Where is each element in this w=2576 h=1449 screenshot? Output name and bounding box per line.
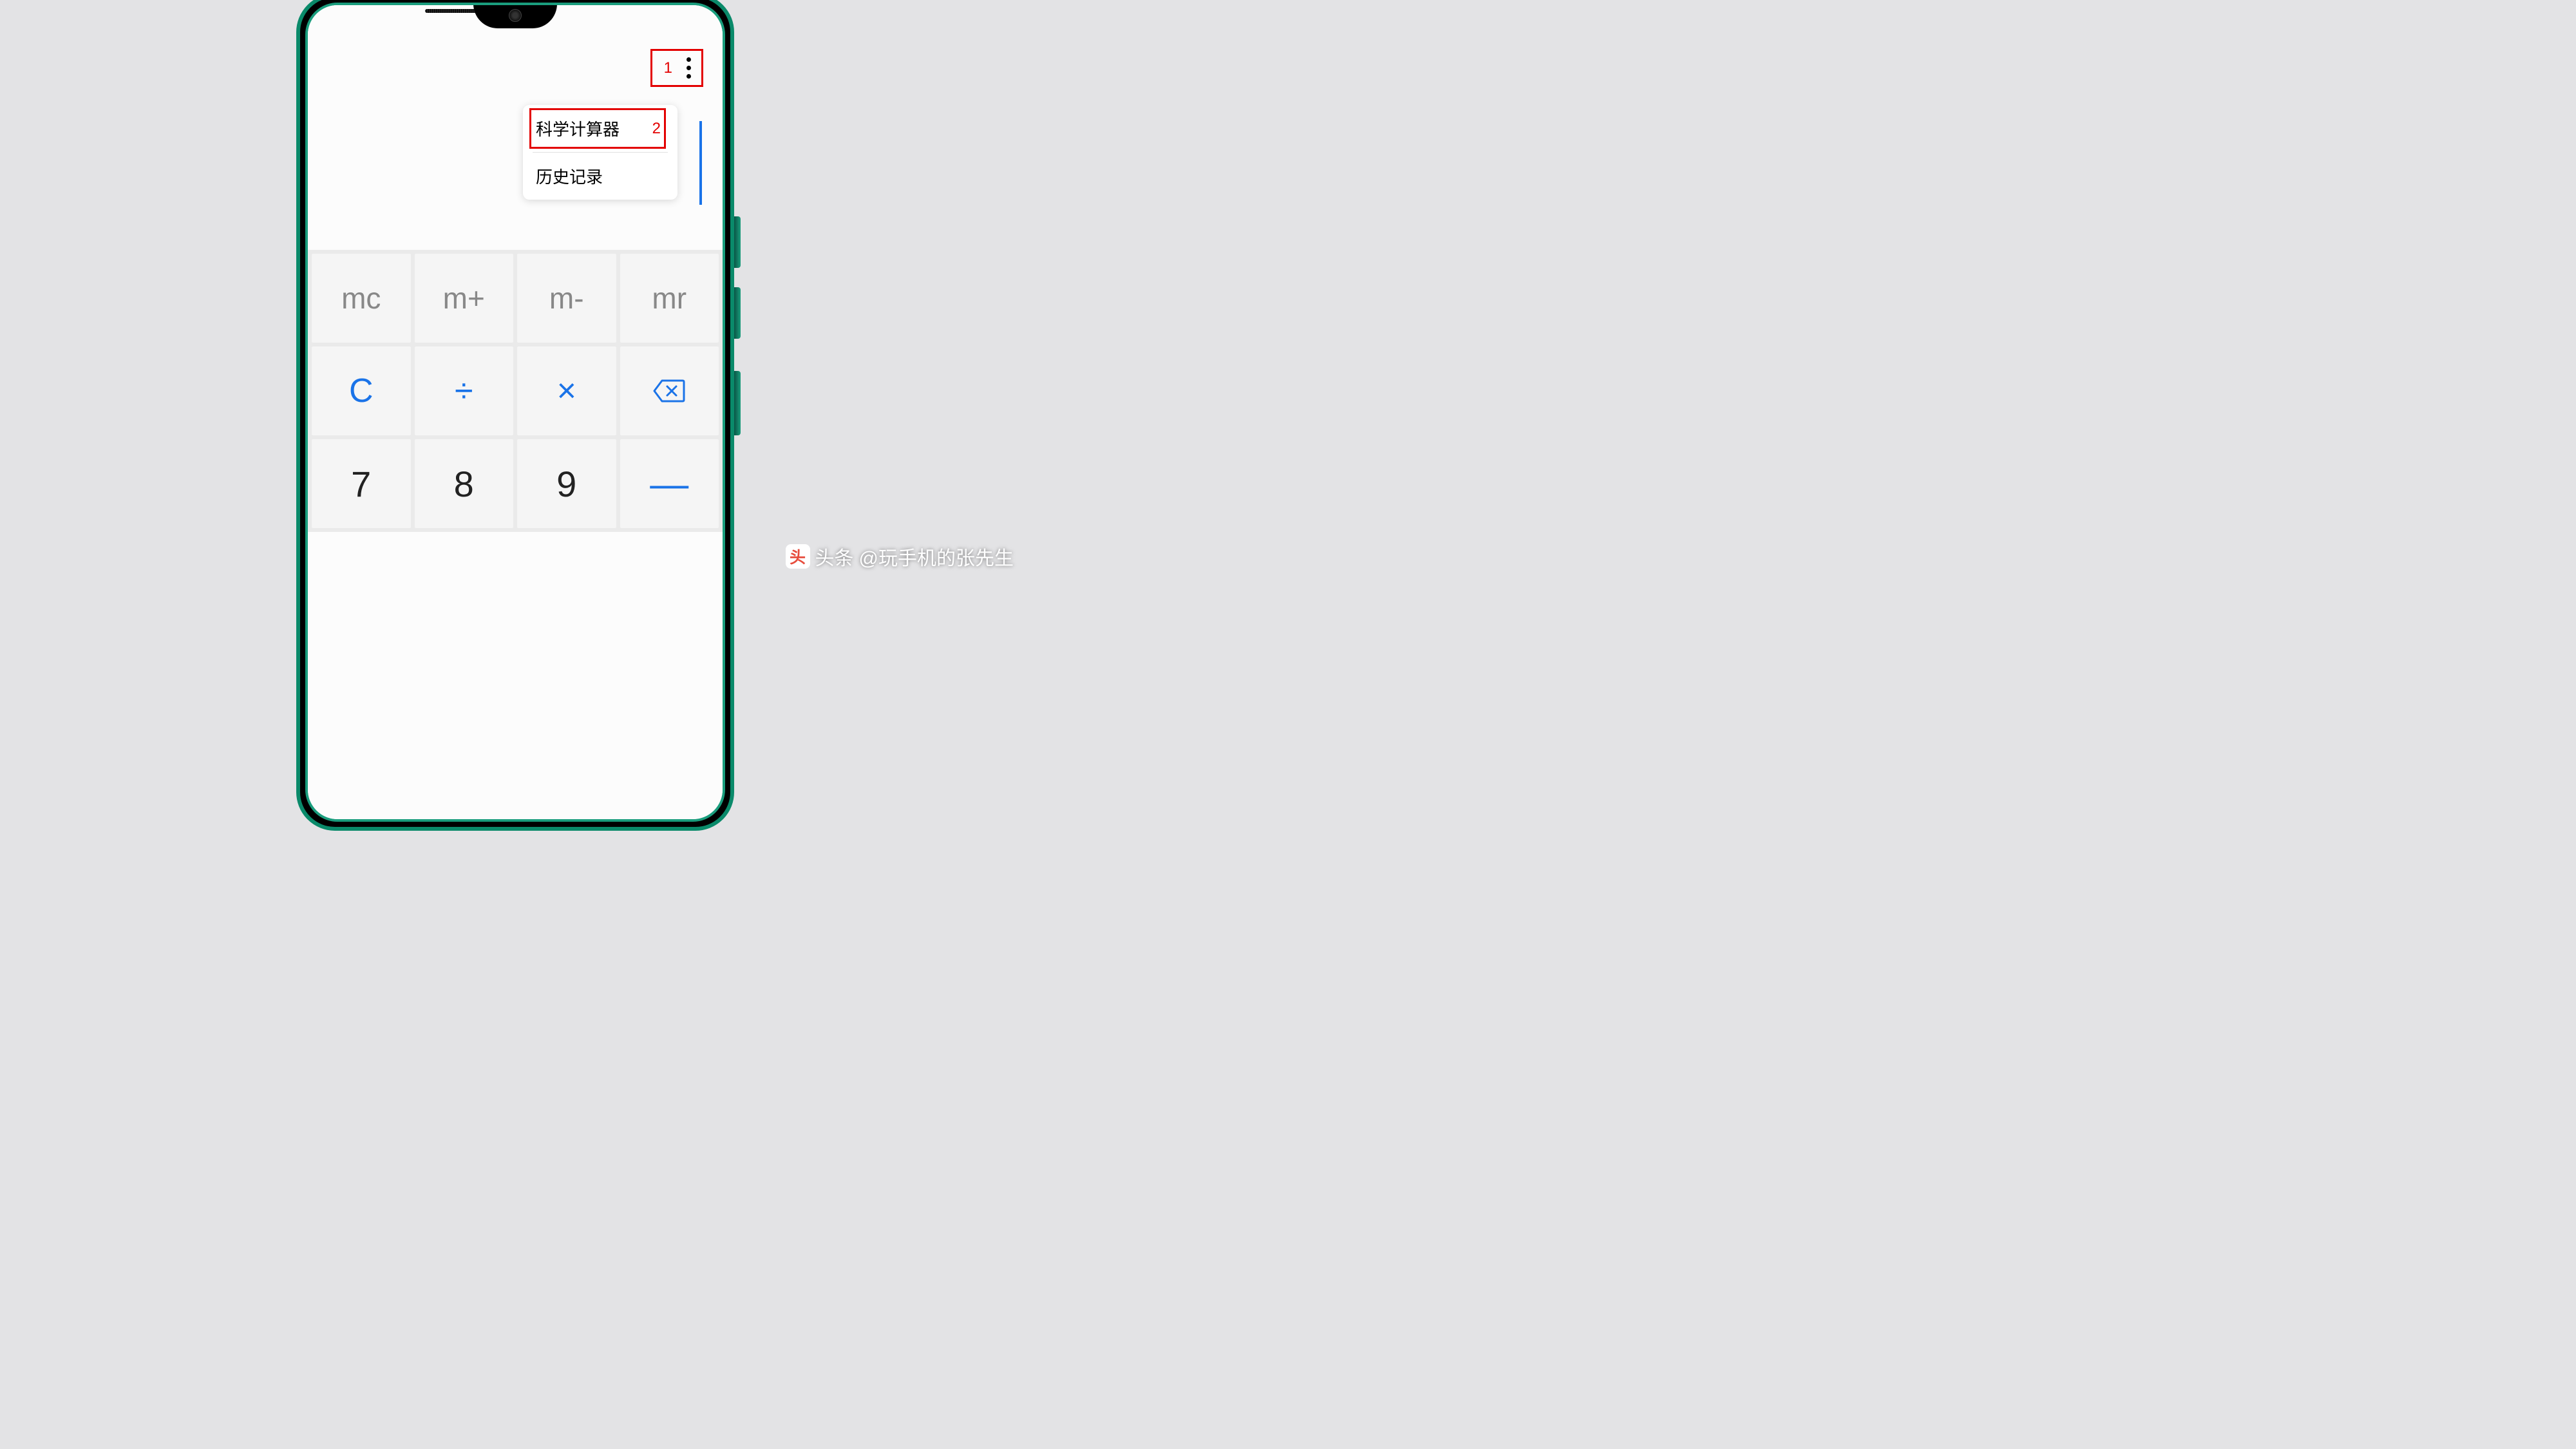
menu-item-label: 历史记录 (536, 164, 603, 188)
key-clear[interactable]: C (312, 346, 411, 435)
annotation-marker-1: 1 (664, 59, 672, 77)
phone-screen-border: 1 科学计算器 2 (305, 3, 725, 822)
display-notch (473, 4, 557, 28)
more-dots-icon (687, 57, 691, 62)
key-memory-minus[interactable]: m- (517, 254, 616, 343)
more-dots-icon (687, 66, 691, 70)
front-camera (509, 9, 522, 22)
calculator-display: 1 科学计算器 2 (308, 5, 723, 250)
annotation-box-1: 1 (650, 49, 703, 87)
menu-item-history[interactable]: 历史记录 (523, 153, 677, 200)
phone-side-buttons (734, 216, 741, 455)
key-backspace[interactable] (620, 346, 719, 435)
watermark-brand: 头条 (815, 542, 854, 571)
backspace-icon (653, 379, 685, 402)
menu-item-scientific-calculator[interactable]: 科学计算器 2 (523, 105, 677, 152)
calculator-keypad: mc m+ m- mr C ÷ × 7 8 9 — (308, 250, 723, 532)
text-cursor (699, 121, 702, 205)
more-options-menu: 科学计算器 2 历史记录 (523, 105, 677, 200)
power-button (734, 371, 741, 435)
key-divide[interactable]: ÷ (415, 346, 514, 435)
menu-item-label: 科学计算器 (536, 117, 620, 140)
annotation-marker-2: 2 (652, 120, 661, 138)
notch-area (308, 5, 723, 24)
key-memory-plus[interactable]: m+ (415, 254, 514, 343)
volume-down-button (734, 287, 741, 339)
key-9[interactable]: 9 (517, 439, 616, 528)
phone-frame: 1 科学计算器 2 (296, 0, 734, 831)
calculator-app-screen: 1 科学计算器 2 (308, 5, 723, 819)
toutiao-logo-icon: 头 (786, 544, 810, 569)
watermark: 头 头条 @玩手机的张先生 (786, 542, 1014, 571)
key-7[interactable]: 7 (312, 439, 411, 528)
key-multiply[interactable]: × (517, 346, 616, 435)
key-minus[interactable]: — (620, 439, 719, 528)
key-8[interactable]: 8 (415, 439, 514, 528)
watermark-author: @玩手机的张先生 (859, 542, 1014, 571)
volume-up-button (734, 216, 741, 268)
more-dots-icon (687, 74, 691, 79)
key-memory-clear[interactable]: mc (312, 254, 411, 343)
more-options-button[interactable] (681, 55, 696, 81)
key-memory-recall[interactable]: mr (620, 254, 719, 343)
